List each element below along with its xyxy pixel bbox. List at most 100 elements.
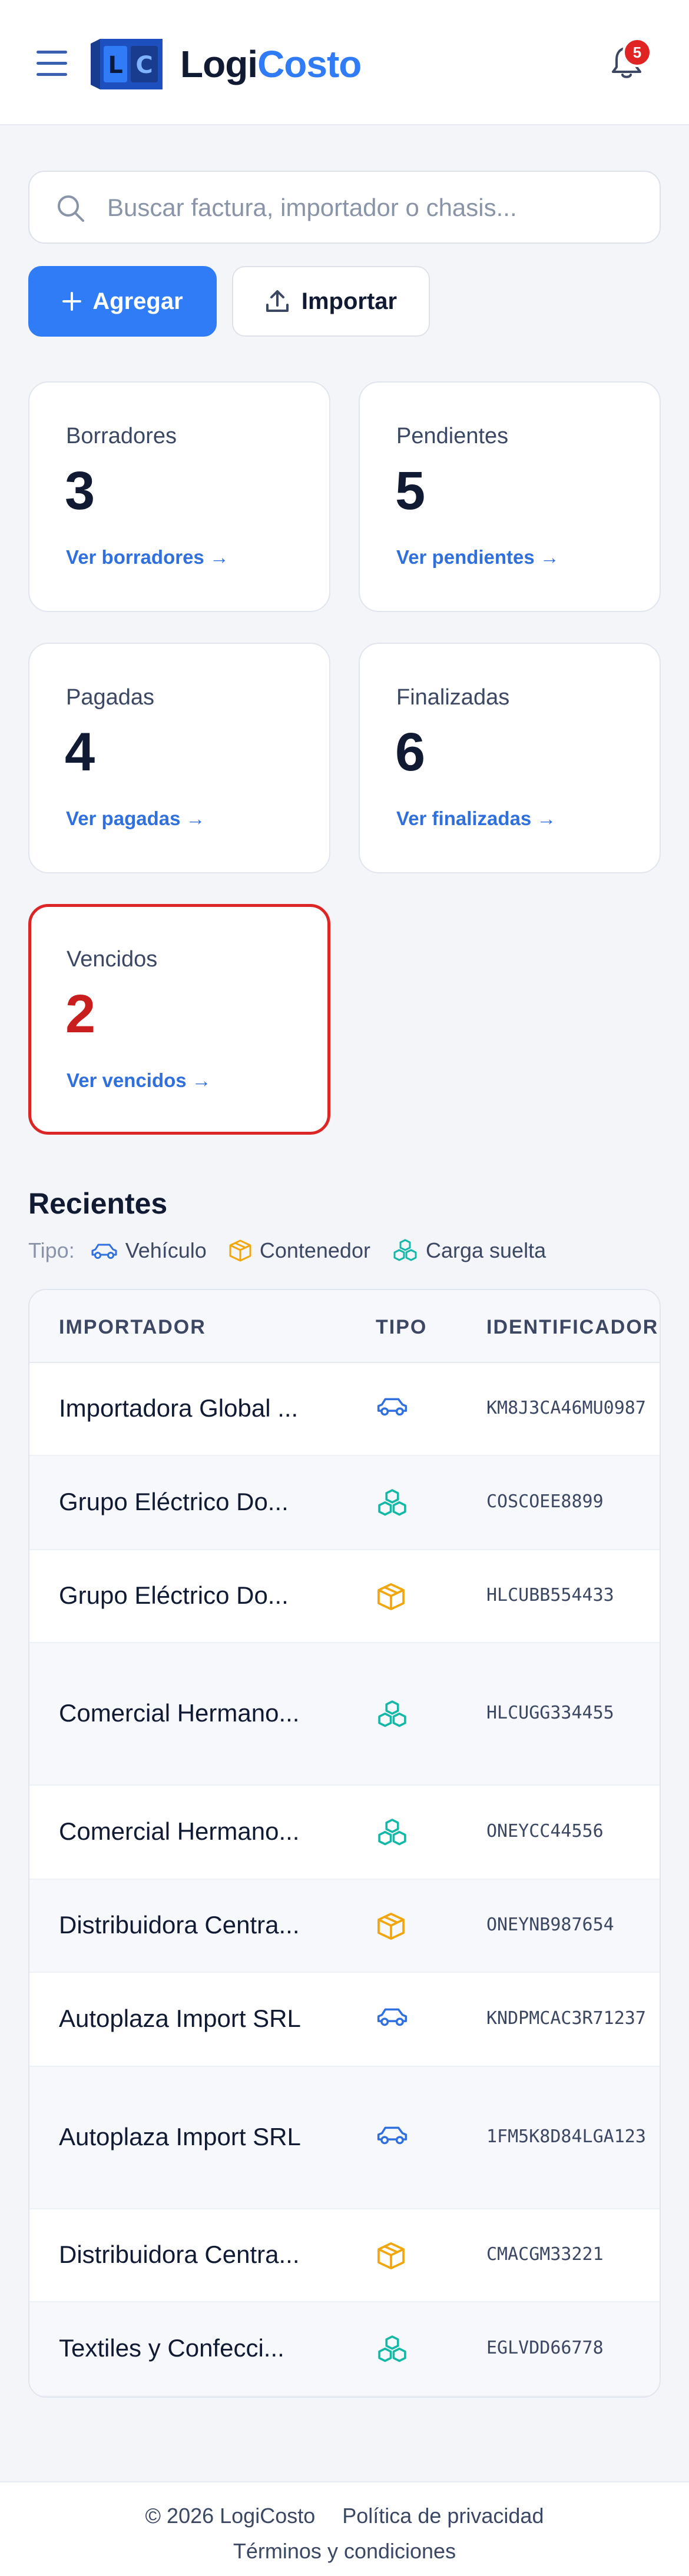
logo-mark: L C [91,39,163,89]
cell-identifier: KNDPMCAC3R71237 [486,2008,646,2029]
plus-icon [62,292,82,311]
stat-count: 3 [65,461,95,521]
import-button[interactable]: Importar [232,266,430,337]
cell-identifier: 1FM5K8D84LGA123 [486,2126,646,2147]
cubes-icon [378,1700,406,1727]
stat-link-finalizadas[interactable]: Ver finalizadas → [396,807,556,830]
legend-item-carga-suelta: Carga suelta [392,1238,546,1263]
stat-link-borradores[interactable]: Ver borradores → [66,546,229,569]
cell-type [376,1699,409,1733]
table-row[interactable]: Autoplaza Import SRL KNDPMCAC3R71237 [29,1973,660,2067]
cell-type [376,2005,409,2031]
table-row[interactable]: Importadora Global ... KM8J3CA46MU0987 [29,1363,660,1456]
search-icon [58,195,84,222]
stat-label: Pendientes [396,424,509,448]
stat-link-pagadas[interactable]: Ver pagadas → [66,807,206,830]
table-row[interactable]: Grupo Eléctrico Do... COSCOEE8899 [29,1456,660,1550]
cubes-icon [378,1819,406,1846]
car-icon [377,2126,408,2145]
stat-card-pagadas[interactable]: Pagadas 4 Ver pagadas → [28,643,330,873]
table-row[interactable]: Distribuidora Centra... CMACGM33221 [29,2209,660,2302]
brand-name-part2: Costo [257,43,362,85]
type-legend: Tipo: Vehículo Contenedor Carga suelta [28,1238,567,1263]
cell-type [376,2334,409,2368]
cell-importer: Autoplaza Import SRL [59,2005,301,2032]
legend-label: Contenedor [259,1238,370,1262]
stat-link-vencidos[interactable]: Ver vencidos → [67,1069,211,1092]
table-row[interactable]: Distribuidora Centra... ONEYNB987654 [29,1880,660,1973]
footer-privacy-link[interactable]: Política de privacidad [342,2504,544,2528]
stat-card-borradores[interactable]: Borradores 3 Ver borradores → [28,381,330,612]
cell-type [376,1911,406,1945]
stat-label: Pagadas [66,685,155,710]
legend-label: Carga suelta [425,1238,546,1262]
stat-count: 2 [65,984,96,1044]
cell-identifier: ONEYNB987654 [486,1914,614,1935]
footer-line: © 2026 LogiCosto Política de privacidad [0,2504,689,2528]
table-row[interactable]: Textiles y Confecci... EGLVDD66778 [29,2302,660,2396]
cell-identifier: EGLVDD66778 [486,2338,604,2358]
brand-name[interactable]: LogiCosto [180,42,362,86]
stat-link-pendientes[interactable]: Ver pendientes → [396,546,559,569]
cell-type [376,1394,409,1421]
cell-importer: Textiles y Confecci... [59,2334,284,2362]
cell-importer: Grupo Eléctrico Do... [59,1488,289,1515]
stat-card-pendientes[interactable]: Pendientes 5 Ver pendientes → [359,381,661,612]
cell-type [376,2241,406,2274]
table-row[interactable]: Grupo Eléctrico Do... HLCUBB554433 [29,1550,660,1643]
cell-type [376,2123,409,2149]
legend-label: Vehículo [125,1238,207,1262]
stat-count: 6 [395,722,426,782]
cell-identifier: CMACGM33221 [486,2244,604,2265]
stat-count: 4 [65,722,95,782]
import-button-label: Importar [301,288,398,314]
box-icon [377,2242,405,2269]
cell-importer: Distribuidora Centra... [59,1911,300,1939]
cubes-icon [378,1489,406,1516]
brand-name-part1: Logi [180,43,258,85]
box-icon [377,1583,405,1610]
box-icon [229,1239,251,1262]
stat-card-finalizadas[interactable]: Finalizadas 6 Ver finalizadas → [359,643,661,873]
cell-importer: Comercial Hermano... [59,1699,300,1727]
cell-type [376,1488,409,1521]
column-header-identificador[interactable]: IDENTIFICADOR [486,1316,658,1339]
footer-copyright: © 2026 LogiCosto [145,2504,316,2528]
table-row[interactable]: Autoplaza Import SRL 1FM5K8D84LGA123 [29,2067,660,2209]
legend-item-vehiculo: Vehículo [90,1238,207,1263]
column-header-importador[interactable]: IMPORTADOR [59,1316,206,1339]
page-footer: © 2026 LogiCosto Política de privacidad … [0,2481,689,2576]
logo-mark-left: L [108,52,123,79]
add-button[interactable]: Agregar [28,266,217,337]
search-input[interactable] [107,190,637,226]
app-header: L C LogiCosto 5 [0,0,689,125]
cell-identifier: HLCUGG334455 [486,1703,614,1723]
cell-importer: Autoplaza Import SRL [59,2123,301,2150]
cell-importer: Importadora Global ... [59,1394,299,1422]
car-icon [91,1244,117,1259]
cubes-icon [393,1239,417,1261]
cell-type [376,1581,406,1615]
table-row[interactable]: Comercial Hermano... ONEYCC44556 [29,1786,660,1880]
table-row[interactable]: Comercial Hermano... HLCUGG334455 [29,1643,660,1786]
cell-type [376,1817,409,1851]
stat-count: 5 [395,461,426,521]
car-icon [377,1398,408,1416]
cell-identifier: HLCUBB554433 [486,1585,614,1606]
stat-label: Borradores [66,424,177,448]
notifications-badge: 5 [622,38,652,67]
add-button-label: Agregar [92,288,183,314]
legend-item-contenedor: Contenedor [228,1238,370,1263]
box-icon [377,1913,405,1940]
stat-card-vencidos[interactable]: Vencidos 2 Ver vencidos → [28,904,330,1135]
table-header: IMPORTADOR TIPO IDENTIFICADOR [29,1290,660,1363]
hamburger-menu-icon[interactable] [37,51,67,77]
recent-table: IMPORTADOR TIPO IDENTIFICADOR Importador… [28,1289,661,2398]
search-box [28,171,661,244]
cell-importer: Grupo Eléctrico Do... [59,1581,289,1609]
footer-terms-link[interactable]: Términos y condiciones [0,2539,689,2564]
cell-identifier: ONEYCC44556 [486,1821,604,1842]
column-header-tipo[interactable]: TIPO [376,1316,427,1339]
cell-importer: Distribuidora Centra... [59,2241,300,2268]
upload-icon [266,290,289,312]
